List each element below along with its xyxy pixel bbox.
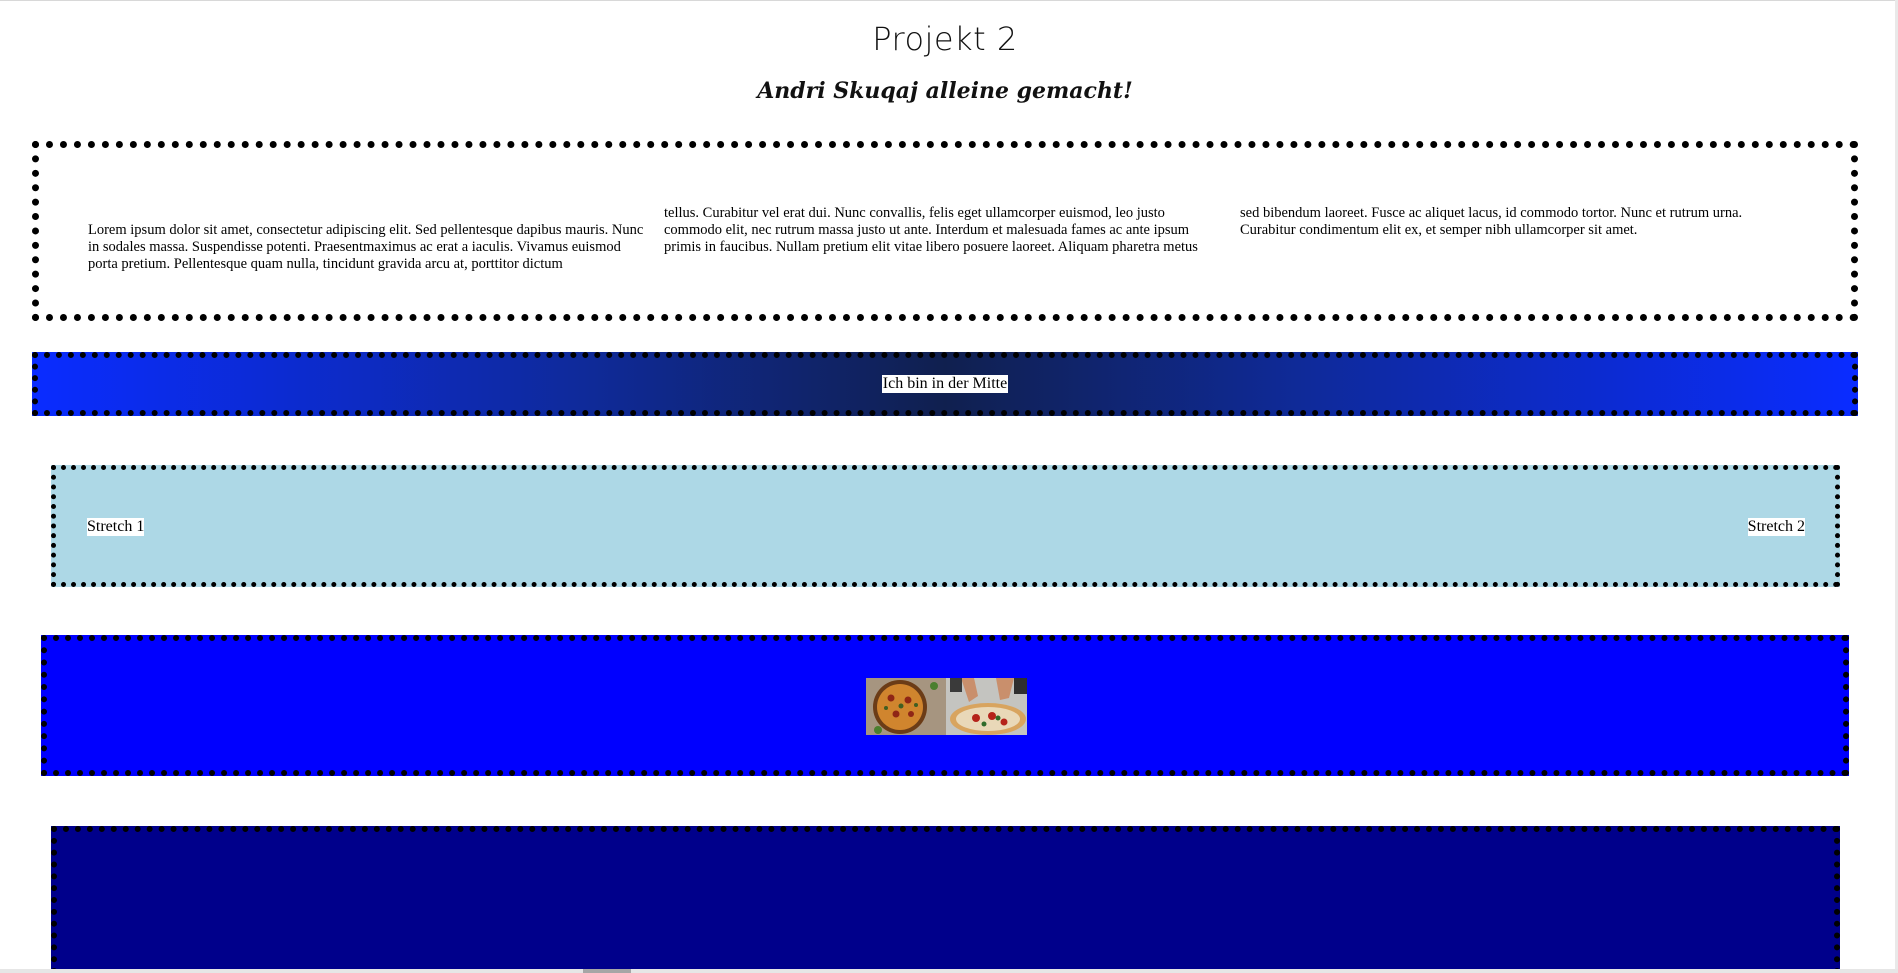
page-subtitle: Andri Skuqaj alleine gemacht! [757, 78, 1133, 104]
text-column-3: sed bibendum laoreet. Fusce ac aliquet l… [1240, 205, 1743, 238]
center-label: Ich bin in der Mitte [881, 375, 1009, 393]
page-title: Projekt 2 [872, 20, 1018, 58]
text-column-2: tellus. Curabitur vel erat dui. Nunc con… [664, 205, 1198, 255]
stretch-box: Stretch 1 Stretch 2 [51, 465, 1840, 587]
stretch-label-1: Stretch 1 [87, 518, 145, 536]
dark-blue-box [51, 826, 1840, 973]
stretch-label-2: Stretch 2 [1747, 518, 1805, 536]
text-column-1: Lorem ipsum dolor sit amet, consectetur … [88, 222, 644, 272]
horizontal-scrollbar[interactable] [0, 969, 1898, 973]
top-border [0, 0, 1898, 1]
pizza-image [866, 678, 1027, 735]
centered-gradient-box: Ich bin in der Mitte [32, 352, 1858, 416]
text-columns-box: Lorem ipsum dolor sit amet, consectetur … [32, 141, 1858, 321]
image-box [41, 635, 1849, 776]
scrollbar-thumb[interactable] [583, 969, 631, 973]
